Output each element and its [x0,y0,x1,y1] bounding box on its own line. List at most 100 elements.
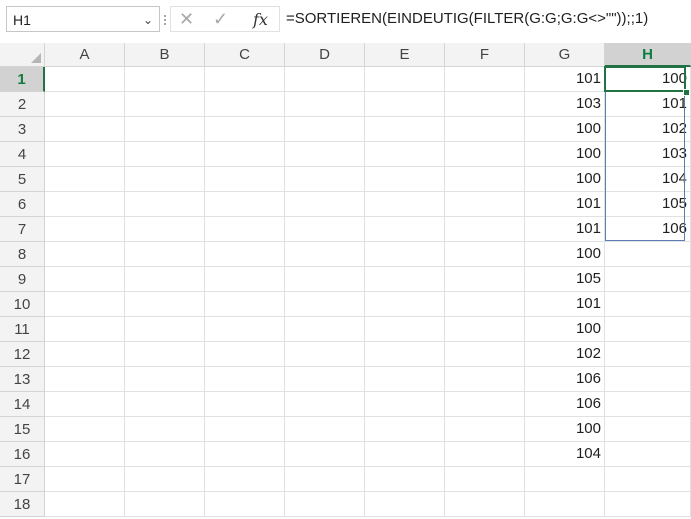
row-header-14[interactable]: 14 [0,392,45,417]
cell-a17[interactable] [45,467,125,492]
cell-b7[interactable] [125,217,205,242]
cell-b2[interactable] [125,92,205,117]
cell-g3[interactable]: 100 [525,117,605,142]
cell-e15[interactable] [365,417,445,442]
column-header-b[interactable]: B [125,43,205,67]
cell-f12[interactable] [445,342,525,367]
cell-e13[interactable] [365,367,445,392]
cell-a4[interactable] [45,142,125,167]
cell-d18[interactable] [285,492,365,517]
cell-a13[interactable] [45,367,125,392]
cell-a18[interactable] [45,492,125,517]
row-header-18[interactable]: 18 [0,492,45,517]
cell-a15[interactable] [45,417,125,442]
cell-b9[interactable] [125,267,205,292]
cell-d14[interactable] [285,392,365,417]
name-box[interactable]: H1 ⌄ [6,6,160,32]
cell-h4[interactable]: 103 [605,142,691,167]
cell-c8[interactable] [205,242,285,267]
cell-c14[interactable] [205,392,285,417]
cell-h8[interactable] [605,242,691,267]
row-header-7[interactable]: 7 [0,217,45,242]
fill-handle[interactable] [683,89,690,96]
cell-b18[interactable] [125,492,205,517]
column-header-h[interactable]: H [605,43,691,67]
row-header-2[interactable]: 2 [0,92,45,117]
cell-g17[interactable] [525,467,605,492]
column-header-c[interactable]: C [205,43,285,67]
cell-h3[interactable]: 102 [605,117,691,142]
cell-c18[interactable] [205,492,285,517]
cell-g12[interactable]: 102 [525,342,605,367]
cell-c16[interactable] [205,442,285,467]
cell-f18[interactable] [445,492,525,517]
x-icon[interactable]: ✕ [179,9,194,30]
cell-e5[interactable] [365,167,445,192]
cell-a6[interactable] [45,192,125,217]
cell-f13[interactable] [445,367,525,392]
cell-e17[interactable] [365,467,445,492]
cell-c11[interactable] [205,317,285,342]
cell-d4[interactable] [285,142,365,167]
cell-f7[interactable] [445,217,525,242]
check-icon[interactable]: ✓ [213,9,228,30]
cell-b16[interactable] [125,442,205,467]
cell-f10[interactable] [445,292,525,317]
row-header-8[interactable]: 8 [0,242,45,267]
cell-h6[interactable]: 105 [605,192,691,217]
fx-icon[interactable]: fx [253,10,268,29]
cell-g4[interactable]: 100 [525,142,605,167]
cell-d15[interactable] [285,417,365,442]
row-header-12[interactable]: 12 [0,342,45,367]
cell-e2[interactable] [365,92,445,117]
cell-c6[interactable] [205,192,285,217]
row-header-9[interactable]: 9 [0,267,45,292]
cell-e4[interactable] [365,142,445,167]
column-header-g[interactable]: G [525,43,605,67]
cell-a2[interactable] [45,92,125,117]
formula-input[interactable]: =SORTIEREN(EINDEUTIG(FILTER(G:G;G:G<>"")… [286,6,691,32]
row-header-1[interactable]: 1 [0,67,45,92]
row-header-15[interactable]: 15 [0,417,45,442]
cell-d16[interactable] [285,442,365,467]
row-header-3[interactable]: 3 [0,117,45,142]
row-header-10[interactable]: 10 [0,292,45,317]
cell-a1[interactable] [45,67,125,92]
row-header-16[interactable]: 16 [0,442,45,467]
cell-d17[interactable] [285,467,365,492]
cell-f8[interactable] [445,242,525,267]
cell-d6[interactable] [285,192,365,217]
row-header-17[interactable]: 17 [0,467,45,492]
cell-c17[interactable] [205,467,285,492]
cell-g9[interactable]: 105 [525,267,605,292]
cell-h5[interactable]: 104 [605,167,691,192]
row-header-5[interactable]: 5 [0,167,45,192]
cell-f5[interactable] [445,167,525,192]
cell-f15[interactable] [445,417,525,442]
cell-b3[interactable] [125,117,205,142]
cell-b6[interactable] [125,192,205,217]
cell-h9[interactable] [605,267,691,292]
cell-g16[interactable]: 104 [525,442,605,467]
cell-g15[interactable]: 100 [525,417,605,442]
cell-e12[interactable] [365,342,445,367]
cell-e18[interactable] [365,492,445,517]
cell-g10[interactable]: 101 [525,292,605,317]
cell-g18[interactable] [525,492,605,517]
row-header-11[interactable]: 11 [0,317,45,342]
cell-d5[interactable] [285,167,365,192]
chevron-down-icon[interactable]: ⌄ [143,13,153,27]
cell-d11[interactable] [285,317,365,342]
cell-b17[interactable] [125,467,205,492]
cell-e8[interactable] [365,242,445,267]
cell-b13[interactable] [125,367,205,392]
cell-h15[interactable] [605,417,691,442]
cell-h7[interactable]: 106 [605,217,691,242]
cell-e6[interactable] [365,192,445,217]
cell-g2[interactable]: 103 [525,92,605,117]
cell-e3[interactable] [365,117,445,142]
cell-d8[interactable] [285,242,365,267]
cell-g14[interactable]: 106 [525,392,605,417]
cell-c2[interactable] [205,92,285,117]
cell-g8[interactable]: 100 [525,242,605,267]
